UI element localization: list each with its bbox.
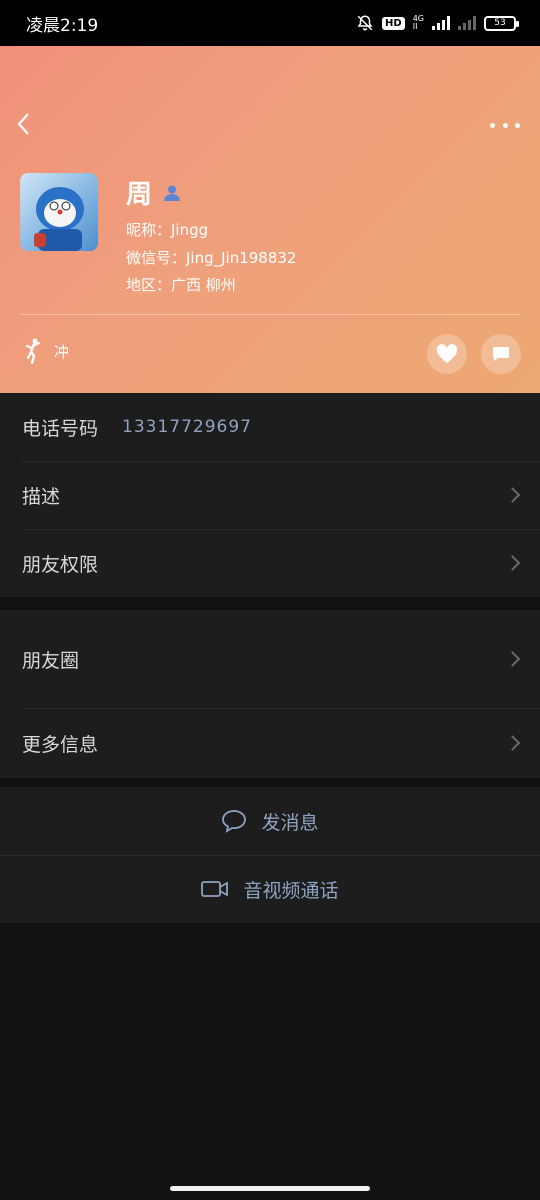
actions-section: 发消息 音视频通话: [0, 787, 540, 923]
video-call-button[interactable]: 音视频通话: [0, 855, 540, 923]
chevron-right-icon: [504, 487, 521, 503]
moments-label: 朋友圈: [22, 649, 80, 672]
running-person-icon: [25, 338, 41, 364]
clock: 凌晨2:19: [26, 15, 99, 36]
video-call-label: 音视频通话: [243, 879, 339, 902]
status-text: 冲: [54, 342, 70, 361]
comment-button[interactable]: [481, 334, 521, 374]
description-row[interactable]: 描述: [0, 461, 540, 529]
send-message-button[interactable]: 发消息: [0, 787, 540, 855]
back-icon[interactable]: [16, 112, 34, 138]
region: 地区：广西 柳州: [126, 276, 236, 294]
chevron-right-icon: [504, 735, 521, 751]
network-type: 4G II: [412, 14, 424, 31]
status-icons: HD 4G II 53: [356, 14, 519, 32]
wechat-id: 微信号：Jing_Jin198832: [126, 249, 297, 267]
friend-permissions-row[interactable]: 朋友权限: [0, 529, 540, 597]
send-message-label: 发消息: [261, 811, 319, 834]
chevron-right-icon: [504, 651, 521, 667]
more-icon[interactable]: [490, 112, 520, 138]
home-indicator[interactable]: [170, 1186, 370, 1191]
friend-permissions-label: 朋友权限: [22, 553, 99, 576]
more-info-row[interactable]: 更多信息: [0, 708, 540, 778]
chevron-right-icon: [504, 555, 521, 571]
phone-row[interactable]: 电话号码 13317729697: [0, 393, 540, 461]
avatar[interactable]: [20, 173, 98, 251]
signal-2-icon: [458, 16, 476, 30]
description-label: 描述: [22, 485, 61, 508]
contact-info-section: 电话号码 13317729697 描述 朋友权限: [0, 393, 540, 597]
profile-header: 周 昵称：Jingg 微信号：Jing_Jin198832 地区：广西 柳州 冲: [0, 46, 540, 393]
more-info-label: 更多信息: [22, 733, 99, 756]
moments-section: 朋友圈 更多信息: [0, 610, 540, 778]
contact-icon: [164, 185, 181, 201]
status-bar: 凌晨2:19 HD 4G II 53: [0, 0, 540, 46]
video-camera-icon: [201, 881, 229, 897]
display-name: 周: [126, 180, 153, 210]
hd-badge: HD: [382, 16, 405, 30]
comment-icon: [493, 347, 509, 361]
moments-row[interactable]: 朋友圈: [0, 610, 540, 708]
nickname: 昵称：Jingg: [126, 221, 209, 239]
bell-off-icon: [357, 15, 373, 31]
signal-icon: [432, 16, 450, 30]
like-button[interactable]: [427, 334, 467, 374]
battery-icon: 53: [484, 15, 519, 31]
heart-icon: [436, 344, 458, 364]
chat-bubble-icon: [222, 810, 247, 833]
name-row: 周: [126, 174, 182, 211]
phone-number[interactable]: 13317729697: [122, 417, 252, 437]
phone-label: 电话号码: [22, 417, 99, 440]
header-divider: [20, 314, 520, 315]
status-tag[interactable]: 冲: [24, 338, 69, 364]
